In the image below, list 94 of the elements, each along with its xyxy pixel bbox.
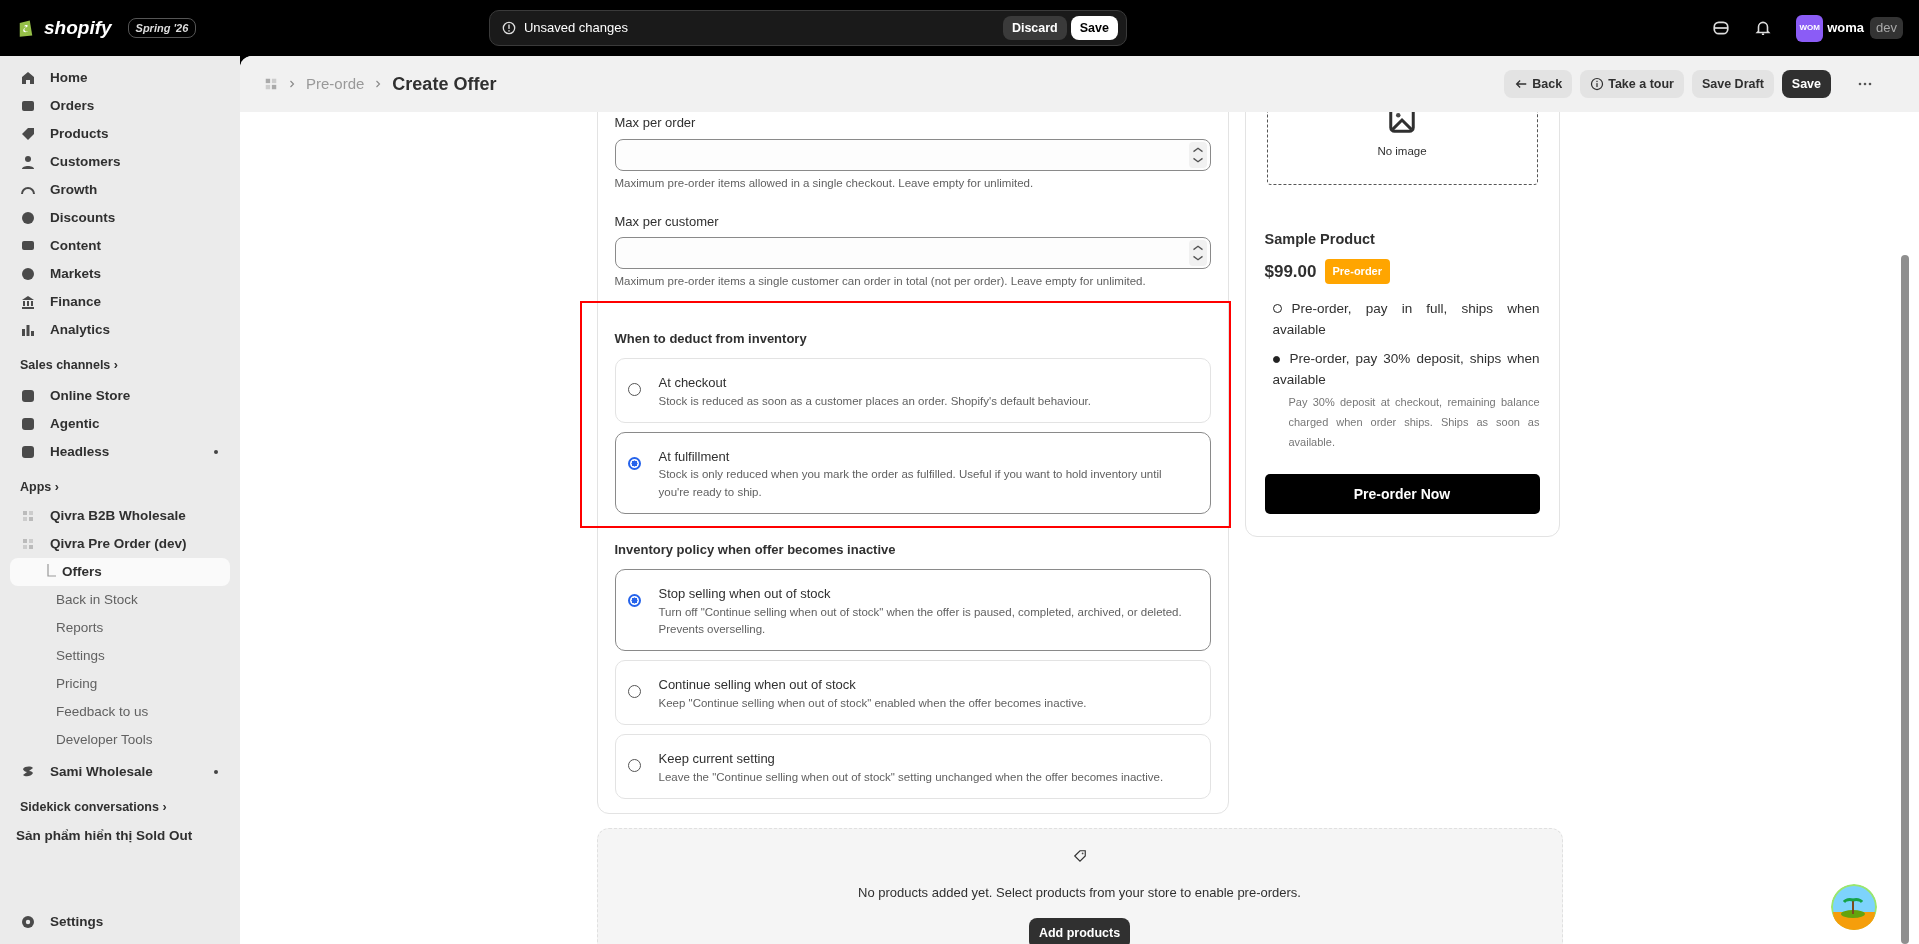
- field-hint: Maximum pre-order items allowed in a single checkout. Leave empty for unlimited.: [614, 175, 1035, 191]
- option-description: Keep "Continue selling when out of stock" enabled when the offer becomes inactive.: [658, 695, 1087, 711]
- number-field[interactable]: [614, 138, 1211, 171]
- radio-option[interactable]: Stop selling when out of stock Turn off "Continue selling when out of stock" when the offer is paused, completed, archived, or deleted. Prevents overselling.: [614, 569, 1211, 652]
- tag-icon: [20, 126, 36, 142]
- radio-option[interactable]: Keep current setting Leave the "Continue selling when out of stock" setting unchanged when the offer becomes inactive.: [614, 734, 1211, 799]
- nav-item[interactable]: Online Store: [0, 382, 240, 410]
- product-price: $99.00: [1264, 260, 1317, 283]
- sub-nav-item[interactable]: Feedback to us: [10, 698, 230, 726]
- user-name: woma: [1827, 19, 1865, 38]
- purchase-option[interactable]: Pre-order, pay in full, ships when available: [1264, 299, 1540, 342]
- section-title: When to deduct from inventory: [614, 329, 808, 348]
- nav-item[interactable]: Home: [0, 64, 240, 92]
- take-tour-button[interactable]: Take a tour: [1580, 69, 1684, 99]
- tree-connector-icon: [46, 564, 58, 580]
- option-description: Stock is reduced as soon as a customer places an order. Shopify's default behaviour.: [658, 393, 1091, 409]
- nav-item[interactable]: Discounts: [0, 204, 240, 232]
- radio-button[interactable]: [627, 456, 641, 470]
- sub-nav-item[interactable]: Developer Tools: [10, 726, 230, 754]
- nav-item[interactable]: Markets: [0, 260, 240, 288]
- option-title: Continue selling when out of stock: [658, 676, 857, 695]
- settings-link[interactable]: Settings: [0, 908, 240, 936]
- store-tag: dev: [1870, 17, 1903, 39]
- app-item[interactable]: Qivra Pre Order (dev): [0, 530, 240, 558]
- stepper-icon: [1188, 240, 1207, 267]
- option-description: Turn off "Continue selling when out of stock" when the offer is paused, completed, archived, or deleted. Prevents overselling.: [658, 604, 1183, 637]
- empty-state-text: No products added yet. Select products from your store to enable pre-orders.: [858, 883, 1301, 902]
- bell-icon: [1754, 19, 1773, 37]
- sub-nav-item[interactable]: Back in Stock: [10, 586, 230, 614]
- option-title: At checkout: [658, 374, 728, 392]
- image-icon: [1387, 112, 1417, 135]
- app-icon: [20, 536, 36, 552]
- nav-item[interactable]: Orders: [0, 92, 240, 120]
- sub-nav-item[interactable]: Offers: [10, 558, 230, 586]
- option-description: Pay 30% deposit at checkout, remaining balance charged when order ships. Ships as soon as available.: [1287, 394, 1540, 450]
- section-heading[interactable]: Sales channels ›: [0, 350, 240, 380]
- unsaved-changes-text: Unsaved changes: [523, 19, 629, 38]
- stepper-icon: [1188, 141, 1207, 168]
- nav-item[interactable]: Finance: [0, 288, 240, 316]
- app-item[interactable]: Qivra B2B Wholesale: [0, 502, 240, 530]
- add-products-button[interactable]: Add products: [1028, 918, 1131, 944]
- radio-button[interactable]: [627, 594, 641, 608]
- nav-item[interactable]: Headless: [0, 438, 240, 466]
- save-draft-button[interactable]: Save Draft: [1691, 69, 1774, 99]
- option-title: Keep current setting: [658, 750, 776, 768]
- nav-item[interactable]: Content: [0, 232, 240, 260]
- island-icon[interactable]: [1831, 884, 1877, 930]
- nav-item[interactable]: Analytics: [0, 316, 240, 344]
- tag-icon: [1072, 848, 1087, 863]
- arrow-left-icon: [1514, 77, 1529, 91]
- nav-item[interactable]: Sami Wholesale: [0, 758, 240, 786]
- option-description: Stock is only reduced when you mark the order as fulfilled. Useful if you want to hold inventory until you're ready to ship.: [658, 467, 1163, 500]
- field-hint: Maximum pre-order items a single customer can order in total (not per order). Leave empty for unlimited.: [614, 274, 1147, 290]
- option-title: Stop selling when out of stock: [658, 585, 832, 604]
- radio-option[interactable]: At checkout Stock is reduced as soon as a customer places an order. Shopify's default behaviour.: [614, 358, 1211, 423]
- sub-nav-item[interactable]: Reports: [10, 614, 230, 642]
- save-button[interactable]: Save: [1781, 69, 1831, 99]
- section-title: Inventory policy when offer becomes inactive: [614, 540, 897, 559]
- conversation-item[interactable]: Sản phẩm hiển thị Sold Out: [0, 822, 240, 850]
- pre-order-button[interactable]: Pre-order Now: [1264, 474, 1540, 515]
- purchase-option[interactable]: Pre-order, pay 30% deposit, ships when available: [1264, 349, 1540, 391]
- field-label: Max per customer: [614, 212, 720, 231]
- nav-item[interactable]: Agentic: [0, 410, 240, 438]
- back-button[interactable]: Back: [1504, 69, 1573, 99]
- edition-badge: Spring '26: [127, 17, 197, 39]
- person-icon: [20, 154, 36, 170]
- section-heading[interactable]: Apps ›: [0, 472, 240, 502]
- number-field[interactable]: [614, 237, 1211, 270]
- app-icon: [20, 508, 36, 524]
- sub-nav-item[interactable]: Pricing: [10, 670, 230, 698]
- brand-logo-text: shopify: [44, 15, 112, 40]
- nav-item[interactable]: Customers: [0, 148, 240, 176]
- user-avatar[interactable]: WOM: [1796, 14, 1824, 42]
- app-grid-icon: [264, 77, 278, 91]
- discard-button[interactable]: Discard: [1002, 15, 1067, 41]
- no-image-text: No image: [1377, 143, 1427, 159]
- bank-icon: [20, 294, 36, 310]
- radio-option[interactable]: At fulfillment Stock is only reduced when you mark the order as fulfilled. Useful if you want to hold inventory until you're ready to ship.: [614, 431, 1211, 514]
- field-label: Max per order: [614, 114, 697, 132]
- radio-option[interactable]: Continue selling when out of stock Keep "Continue selling when out of stock" enabled when the offer becomes inactive.: [614, 660, 1211, 725]
- section-heading[interactable]: Sidekick conversations ›: [0, 792, 240, 822]
- nav-item[interactable]: Products: [0, 120, 240, 148]
- page-title: Create Offer: [392, 72, 497, 96]
- pre-order-badge: Pre-order: [1324, 259, 1391, 284]
- info-icon: [501, 21, 516, 35]
- save-button[interactable]: Save: [1070, 15, 1118, 41]
- house-icon: [20, 70, 36, 86]
- nav-item[interactable]: Growth: [0, 176, 240, 204]
- option-description: Leave the "Continue selling when out of stock" setting unchanged when the offer becomes inactive.: [658, 769, 1164, 785]
- product-name: Sample Product: [1264, 230, 1376, 249]
- info-icon: [1590, 77, 1605, 91]
- option-title: At fulfillment: [658, 447, 731, 466]
- bar-chart-icon: [20, 322, 36, 338]
- sub-nav-item[interactable]: Settings: [10, 642, 230, 670]
